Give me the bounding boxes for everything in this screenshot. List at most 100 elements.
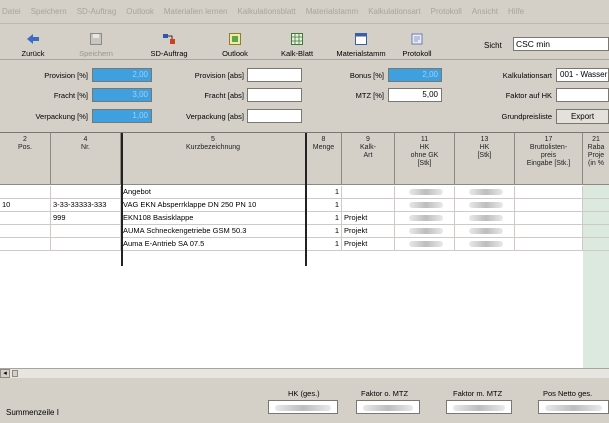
cell-bruttolistenpreis[interactable] bbox=[515, 199, 583, 211]
hk-total-field[interactable] bbox=[268, 400, 338, 414]
verpackung-pct-input[interactable]: 1,00 bbox=[92, 109, 152, 123]
pos-netto-field[interactable] bbox=[538, 400, 609, 414]
column-header-hk[interactable]: 13 HK [Stk] bbox=[455, 133, 515, 185]
kalkulationsart-select[interactable]: 001 - Wasser bbox=[556, 68, 609, 82]
cell-kalk-art[interactable]: Projekt bbox=[342, 238, 395, 250]
menu-datei[interactable]: Datei bbox=[2, 7, 21, 16]
column-header-bruttolistenpreis[interactable]: 17 Bruttolisten- preis Eingabe [Stk.] bbox=[515, 133, 583, 185]
provision-pct-input[interactable]: 2,00 bbox=[92, 68, 152, 82]
cell-pos[interactable] bbox=[0, 238, 51, 250]
cell-hk[interactable] bbox=[455, 186, 515, 198]
protocol-button[interactable]: Protokoll bbox=[398, 26, 436, 58]
cell-hk-ohne-gk[interactable] bbox=[395, 212, 455, 224]
fracht-abs-label: Fracht [abs] bbox=[204, 91, 244, 100]
sd-order-button[interactable]: SD-Auftrag bbox=[146, 26, 192, 58]
faktor-o-mtz-field[interactable] bbox=[356, 400, 420, 414]
menu-materialien-lernen[interactable]: Materialien lernen bbox=[164, 7, 228, 16]
menu-outlook[interactable]: Outlook bbox=[126, 7, 154, 16]
material-master-button[interactable]: Materialstamm bbox=[334, 26, 388, 58]
scroll-left-icon[interactable]: ◂ bbox=[0, 369, 10, 378]
cell-desc[interactable]: VAG EKN Absperrklappe DN 250 PN 10 bbox=[121, 199, 306, 211]
menu-materialstamm[interactable]: Materialstamm bbox=[306, 7, 358, 16]
cell-hk[interactable] bbox=[455, 212, 515, 224]
cell-desc[interactable]: Auma E-Antrieb SA 07.5 bbox=[121, 238, 306, 250]
menu-kalkulationsblatt[interactable]: Kalkulationsblatt bbox=[237, 7, 295, 16]
back-button[interactable]: Zurück bbox=[18, 26, 48, 58]
mtz-input[interactable]: 5,00 bbox=[388, 88, 442, 102]
cell-bruttolistenpreis[interactable] bbox=[515, 225, 583, 237]
menu-ansicht[interactable]: Ansicht bbox=[472, 7, 498, 16]
mtz-label: MTZ [%] bbox=[355, 91, 384, 100]
cell-bruttolistenpreis[interactable] bbox=[515, 186, 583, 198]
save-button[interactable]: Speichern bbox=[76, 26, 116, 58]
material-master-label: Materialstamm bbox=[336, 49, 386, 58]
redacted-value bbox=[409, 241, 443, 247]
menu-speichern[interactable]: Speichern bbox=[31, 7, 67, 16]
calculation-grid: 2 Pos. 4 Nr. 5 Kurzbezeichnung 8 Menge 9… bbox=[0, 132, 609, 368]
column-header-rabatt[interactable]: 21 Raba Proje (in % bbox=[583, 133, 609, 185]
fracht-pct-input[interactable]: 3,00 bbox=[92, 88, 152, 102]
cell-kalk-art[interactable] bbox=[342, 186, 395, 198]
cell-nr[interactable] bbox=[51, 238, 121, 250]
scrollbar-thumb[interactable] bbox=[12, 370, 18, 377]
column-header-nr[interactable]: 4 Nr. bbox=[51, 133, 121, 185]
export-button[interactable]: Export bbox=[556, 109, 609, 124]
outlook-icon bbox=[228, 33, 242, 45]
cell-hk[interactable] bbox=[455, 199, 515, 211]
menu-bar: Datei Speichern SD-Auftrag Outlook Mater… bbox=[0, 0, 609, 24]
cell-menge[interactable]: 1 bbox=[306, 225, 342, 237]
view-select[interactable]: CSC min bbox=[513, 37, 609, 51]
summary-footer: Summenzeile I HK (ges.) Faktor o. MTZ Fa… bbox=[0, 378, 609, 423]
horizontal-scrollbar[interactable]: ◂ bbox=[0, 368, 609, 378]
column-header-kalk-art[interactable]: 9 Kalk- Art bbox=[342, 133, 395, 185]
cell-pos[interactable] bbox=[0, 225, 51, 237]
column-header-kurzbezeichnung[interactable]: 5 Kurzbezeichnung bbox=[121, 133, 306, 185]
cell-desc[interactable]: Angebot bbox=[121, 186, 306, 198]
cell-kalk-art[interactable]: Projekt bbox=[342, 212, 395, 224]
faktor-o-mtz-label: Faktor o. MTZ bbox=[361, 389, 409, 398]
cell-nr[interactable] bbox=[51, 186, 121, 198]
column-header-menge[interactable]: 8 Menge bbox=[306, 133, 342, 185]
cell-hk-ohne-gk[interactable] bbox=[395, 199, 455, 211]
cell-pos[interactable] bbox=[0, 186, 51, 198]
cell-pos[interactable]: 10 bbox=[0, 199, 51, 211]
cell-hk-ohne-gk[interactable] bbox=[395, 225, 455, 237]
column-header-pos[interactable]: 2 Pos. bbox=[0, 133, 51, 185]
cell-kalk-art[interactable]: Projekt bbox=[342, 225, 395, 237]
cell-desc[interactable]: EKN108 Basisklappe bbox=[121, 212, 306, 224]
cell-nr[interactable]: 999 bbox=[51, 212, 121, 224]
cell-hk-ohne-gk[interactable] bbox=[395, 186, 455, 198]
redacted-value bbox=[409, 228, 443, 234]
pos-netto-label: Pos Netto ges. bbox=[543, 389, 593, 398]
cell-menge[interactable]: 1 bbox=[306, 212, 342, 224]
cell-pos[interactable] bbox=[0, 212, 51, 224]
cell-desc[interactable]: AUMA Schneckengetriebe GSM 50.3 bbox=[121, 225, 306, 237]
redacted-value bbox=[409, 189, 443, 195]
cell-nr[interactable]: 3-33-33333-333 bbox=[51, 199, 121, 211]
cell-bruttolistenpreis[interactable] bbox=[515, 212, 583, 224]
cell-hk[interactable] bbox=[455, 225, 515, 237]
verpackung-abs-input[interactable] bbox=[247, 109, 302, 123]
calc-sheet-button[interactable]: Kalk-Blatt bbox=[278, 26, 316, 58]
bonus-input[interactable]: 2,00 bbox=[388, 68, 442, 82]
cell-menge[interactable]: 1 bbox=[306, 199, 342, 211]
menu-sd-auftrag[interactable]: SD-Auftrag bbox=[77, 7, 117, 16]
faktor-hk-input[interactable] bbox=[556, 88, 609, 102]
fracht-abs-input[interactable] bbox=[247, 88, 302, 102]
faktor-m-mtz-field[interactable] bbox=[446, 400, 512, 414]
cell-bruttolistenpreis[interactable] bbox=[515, 238, 583, 250]
cell-menge[interactable]: 1 bbox=[306, 238, 342, 250]
cell-kalk-art[interactable] bbox=[342, 199, 395, 211]
spreadsheet-icon bbox=[290, 33, 304, 45]
menu-hilfe[interactable]: Hilfe bbox=[508, 7, 524, 16]
protocol-label: Protokoll bbox=[402, 49, 432, 58]
cell-hk-ohne-gk[interactable] bbox=[395, 238, 455, 250]
menu-protokoll[interactable]: Protokoll bbox=[431, 7, 462, 16]
cell-menge[interactable]: 1 bbox=[306, 186, 342, 198]
provision-abs-input[interactable] bbox=[247, 68, 302, 82]
column-header-hk-ohne-gk[interactable]: 11 HK ohne GK [Stk] bbox=[395, 133, 455, 185]
cell-hk[interactable] bbox=[455, 238, 515, 250]
outlook-button[interactable]: Outlook bbox=[218, 26, 252, 58]
cell-nr[interactable] bbox=[51, 225, 121, 237]
menu-kalkulationsart[interactable]: Kalkulationsart bbox=[368, 7, 420, 16]
